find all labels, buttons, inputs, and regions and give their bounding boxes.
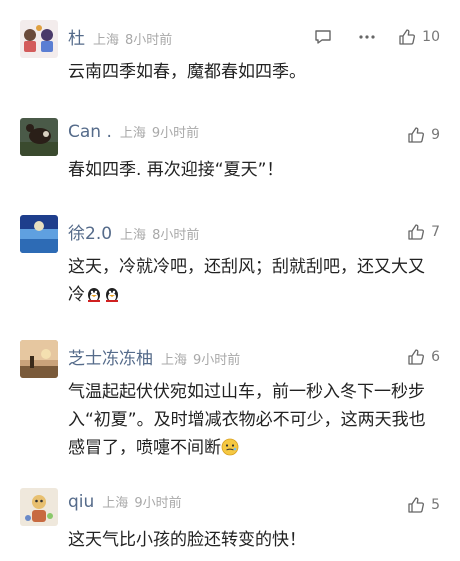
comment-header: 杜 上海 8小时前 [68,24,172,49]
thumbs-up-icon[interactable] [407,223,425,241]
comment-header: qiu 上海 9小时前 [68,492,182,516]
avatar[interactable] [20,340,58,378]
timestamp: 9小时前 [151,126,200,141]
username[interactable]: 芝士冻冻柚 [68,344,153,369]
thumbs-up-icon[interactable] [407,348,425,366]
avatar-image [20,20,58,58]
like-count: 5 [431,497,440,513]
location: 上海 [161,353,188,368]
location: 上海 [119,126,146,141]
comment-text: 春如四季. 再次迎接“夏天”！ [68,160,284,180]
timestamp: 9小时前 [134,496,182,511]
like-count: 9 [431,127,440,143]
timestamp: 9小时前 [193,353,241,368]
avatar-image [20,215,58,253]
comment-meta: 上海 8小时前 [120,224,199,243]
username[interactable]: qiu [68,492,94,512]
comment-meta: 上海 9小时前 [102,492,181,511]
comment-meta: 上海 8小时前 [93,29,172,48]
comment-actions: 9 [407,124,440,146]
thumbs-up-icon[interactable] [398,28,416,46]
avatar-image [20,488,58,526]
timestamp: 8小时前 [125,33,173,48]
comment-header: Can . 上海 9小时前 [68,122,199,146]
like-count: 7 [431,224,440,240]
comment-actions: 5 [407,494,440,516]
thumbs-up-icon[interactable] [407,496,425,514]
more-dots-icon[interactable] [358,28,376,46]
comment-text: 这天气比小孩的脸还转变的快！ [68,530,306,550]
like-count: 10 [422,29,440,45]
username[interactable]: 杜 [68,24,85,49]
comment-actions: 10 [314,26,440,48]
location: 上海 [120,228,147,243]
username[interactable]: Can . [68,122,112,142]
penguin-emoji-icon [85,285,103,303]
comment-text-wrap: 这天，冷就冷吧，还刮风；刮就刮吧，还又大又冷 [68,253,440,309]
location: 上海 [102,496,129,511]
comment-header: 芝士冻冻柚 上海 9小时前 [68,344,240,369]
avatar-image [20,118,58,156]
avatar[interactable] [20,118,58,156]
comment-header: 徐2.0 上海 8小时前 [68,219,199,244]
comment-text: 这天，冷就冷吧，还刮风；刮就刮吧，还又大又冷 [68,257,425,305]
comment-text-wrap: 气温起起伏伏宛如过山车，前一秒入冬下一秒步入“初夏”。及时增减衣物必不可少，这两… [68,378,440,462]
avatar[interactable] [20,20,58,58]
username[interactable]: 徐2.0 [68,219,112,244]
avatar-image [20,340,58,378]
sick-face-emoji-icon [221,438,239,456]
thumbs-up-icon[interactable] [407,126,425,144]
comment-actions: 7 [407,221,440,243]
comment-text: 云南四季如春，魔都春如四季。 [68,62,306,82]
penguin-emoji-icon [103,285,121,303]
comment-bubble-icon[interactable] [314,28,332,46]
timestamp: 8小时前 [152,228,200,243]
like-count: 6 [431,349,440,365]
avatar[interactable] [20,488,58,526]
avatar[interactable] [20,215,58,253]
comment-meta: 上海 9小时前 [161,349,240,368]
comment-actions: 6 [407,346,440,368]
location: 上海 [93,33,120,48]
comment-text: 气温起起伏伏宛如过山车，前一秒入冬下一秒步入“初夏”。及时增减衣物必不可少，这两… [68,382,426,458]
comment-meta: 上海 9小时前 [120,122,199,141]
